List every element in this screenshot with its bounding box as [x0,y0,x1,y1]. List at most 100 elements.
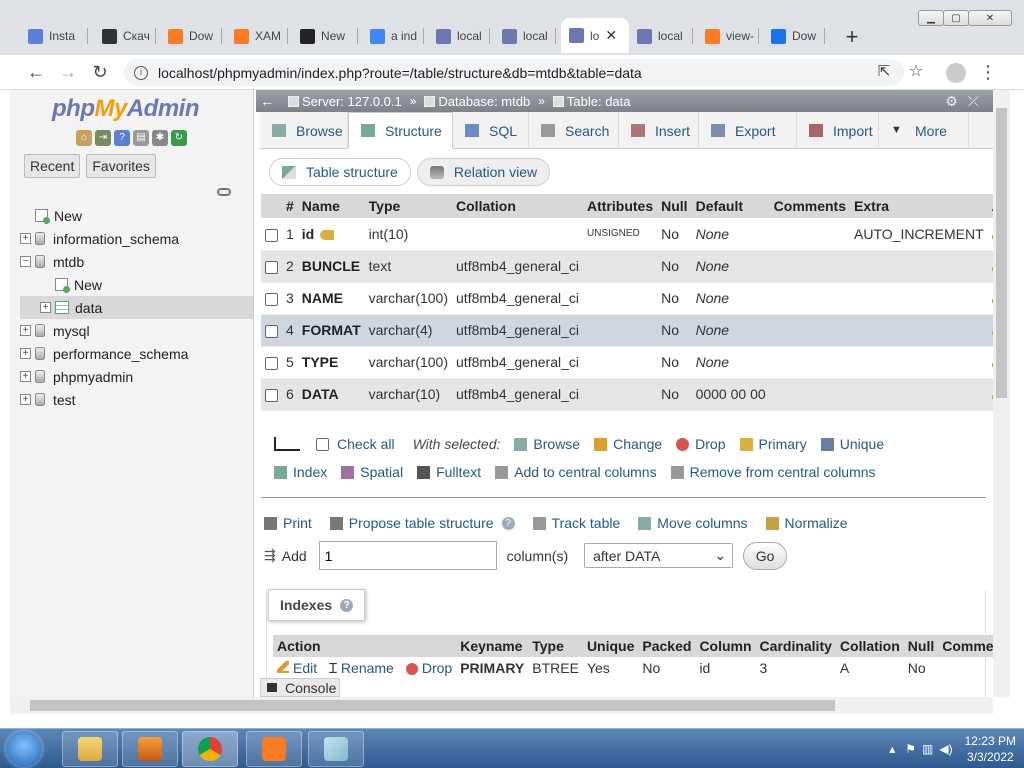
forward-icon[interactable]: → [56,61,80,85]
row-checkbox[interactable] [265,292,278,306]
bulk-drop-button[interactable]: Drop [676,436,726,452]
table-row[interactable]: 2 BUNCLE text utf8mb4_general_ci No None [261,250,993,283]
tree-item-information-schema[interactable]: + information_schema [20,227,253,250]
column-count-input[interactable] [318,541,497,570]
home-icon[interactable]: ⌂ [76,130,92,146]
tab-insert[interactable]: Insert [619,112,699,149]
browser-tab[interactable]: XAM [226,20,288,52]
tab-more[interactable]: ▼ More [879,112,969,149]
bulk-fulltext-button[interactable]: Fulltext [417,464,481,480]
index-column-header[interactable]: Null [903,635,939,657]
tree-item-test[interactable]: + test [20,388,253,411]
index-rename-link[interactable]: Ɪ Rename [329,660,394,676]
index-drop-link[interactable]: Drop [405,660,452,676]
help-icon[interactable]: ? [501,516,515,530]
taskbar-notepad[interactable] [308,731,364,767]
tab-export[interactable]: Export [699,112,797,149]
tree-item-New[interactable]: New [20,273,253,296]
bulk-browse-button[interactable]: Browse [514,436,580,452]
tab-sql[interactable]: SQL [453,112,529,149]
link-with-main-panel-icon[interactable] [217,188,231,196]
logout-icon[interactable]: ⇥ [95,130,111,146]
horizontal-scrollbar[interactable] [10,697,993,714]
browser-tab[interactable]: lo ✕ [561,18,629,53]
bulk-spatial-button[interactable]: Spatial [341,464,403,480]
help-icon[interactable]: ? [340,598,354,612]
close-window-button[interactable]: ✕ [968,10,1012,26]
tree-item-phpmyadmin[interactable]: + phpmyadmin [20,365,253,388]
column-header[interactable]: Collation [452,194,583,218]
table-structure-tab[interactable]: Table structure [269,158,411,186]
table-row[interactable]: 3 NAME varchar(100) utf8mb4_general_ci No Non… [261,282,993,315]
row-checkbox[interactable] [265,324,278,338]
table-row[interactable]: 5 TYPE varchar(100) utf8mb4_general_ci No Non… [261,346,993,379]
reload-icon[interactable]: ↻ [88,61,112,85]
favorites-tab[interactable]: Favorites [86,154,156,178]
row-checkbox[interactable] [265,260,278,274]
column-header[interactable]: Name [297,194,365,218]
column-position-select[interactable]: after DATA ⌄ [584,543,734,568]
index-column-header[interactable]: Collation [835,635,904,657]
tree-item-data[interactable]: + data [20,296,253,319]
close-tab-icon[interactable]: ✕ [605,27,617,44]
expand-icon[interactable]: + [20,371,31,382]
tab-browse[interactable]: Browse [260,112,348,149]
row-checkbox[interactable] [265,356,278,370]
recent-tab[interactable]: Recent [24,154,81,178]
back-icon[interactable]: ← [24,61,48,85]
row-checkbox[interactable] [265,228,278,242]
browser-tab[interactable]: a ind [362,20,424,52]
console-toggle[interactable]: Console [260,678,340,697]
clock[interactable]: 12:23 PM 3/3/2022 [965,733,1016,765]
propose-table-structure-link[interactable]: Propose table structure? [329,515,515,531]
taskbar-xampp[interactable] [246,731,302,767]
maximize-button[interactable]: ▢ [943,10,969,26]
go-button[interactable]: Go [743,541,788,570]
taskbar-chrome[interactable] [182,731,238,767]
table-row[interactable]: 6 DATA varchar(10) utf8mb4_general_ci No 0000… [261,378,993,411]
browser-tab[interactable]: local [494,20,556,52]
normalize-link[interactable]: Normalize [765,515,848,531]
vertical-scrollbar[interactable] [993,90,1010,697]
site-info-icon[interactable]: i [134,65,148,80]
column-header[interactable]: Default [691,194,770,218]
breadcrumb-database[interactable]: Database: mtdb [438,94,530,109]
tree-item-performance-schema[interactable]: + performance_schema [20,342,253,365]
index-column-header[interactable]: Cardinality [755,635,836,657]
expand-icon[interactable]: + [20,348,31,359]
tray-expand-icon[interactable]: ▴ [889,742,895,756]
index-column-header[interactable]: Type [528,635,583,657]
expand-icon[interactable]: + [20,394,31,405]
index-column-header[interactable]: Packed [638,635,696,657]
bulk-primary-button[interactable]: Primary [739,436,807,452]
action-center-icon[interactable]: ⚑ [905,742,916,756]
check-all-label[interactable]: Check all [337,436,395,452]
tree-item-New[interactable]: New [20,204,253,227]
expand-icon[interactable]: + [20,325,31,336]
track-table-link[interactable]: Track table [532,515,620,531]
index-column-header[interactable]: Commen [938,635,993,657]
start-button[interactable] [6,731,42,767]
column-header[interactable]: # [282,194,298,218]
bulk-unique-button[interactable]: Unique [820,436,884,452]
settings-gear-icon[interactable]: ✱ [152,130,168,146]
tab-import[interactable]: Import [797,112,879,149]
page-settings-icon[interactable]: ⚙ [945,93,958,110]
collapse-icon[interactable]: − [20,256,31,267]
column-header[interactable]: Extra [850,194,988,218]
print-link[interactable]: Print [264,515,312,531]
tree-item-mysql[interactable]: + mysql [20,319,253,342]
browser-menu-icon[interactable]: ⋮ [976,61,1000,85]
collapse-arrow-icon[interactable]: ← [260,93,274,109]
bulk-add-to-central-columns-button[interactable]: Add to central columns [495,464,657,480]
help-icon[interactable]: ? [114,130,130,146]
browser-tab[interactable]: Dow [160,20,222,52]
index-edit-link[interactable]: Edit [277,660,317,676]
bookmark-star-icon[interactable]: ☆ [904,61,928,85]
row-checkbox[interactable] [265,388,278,402]
browser-tab[interactable]: New [292,20,358,52]
horizontal-scroll-thumb[interactable] [30,700,835,711]
browser-tab[interactable]: Скач [94,20,156,52]
browser-tab[interactable]: local [428,20,490,52]
index-column-header[interactable]: Action [273,635,457,657]
